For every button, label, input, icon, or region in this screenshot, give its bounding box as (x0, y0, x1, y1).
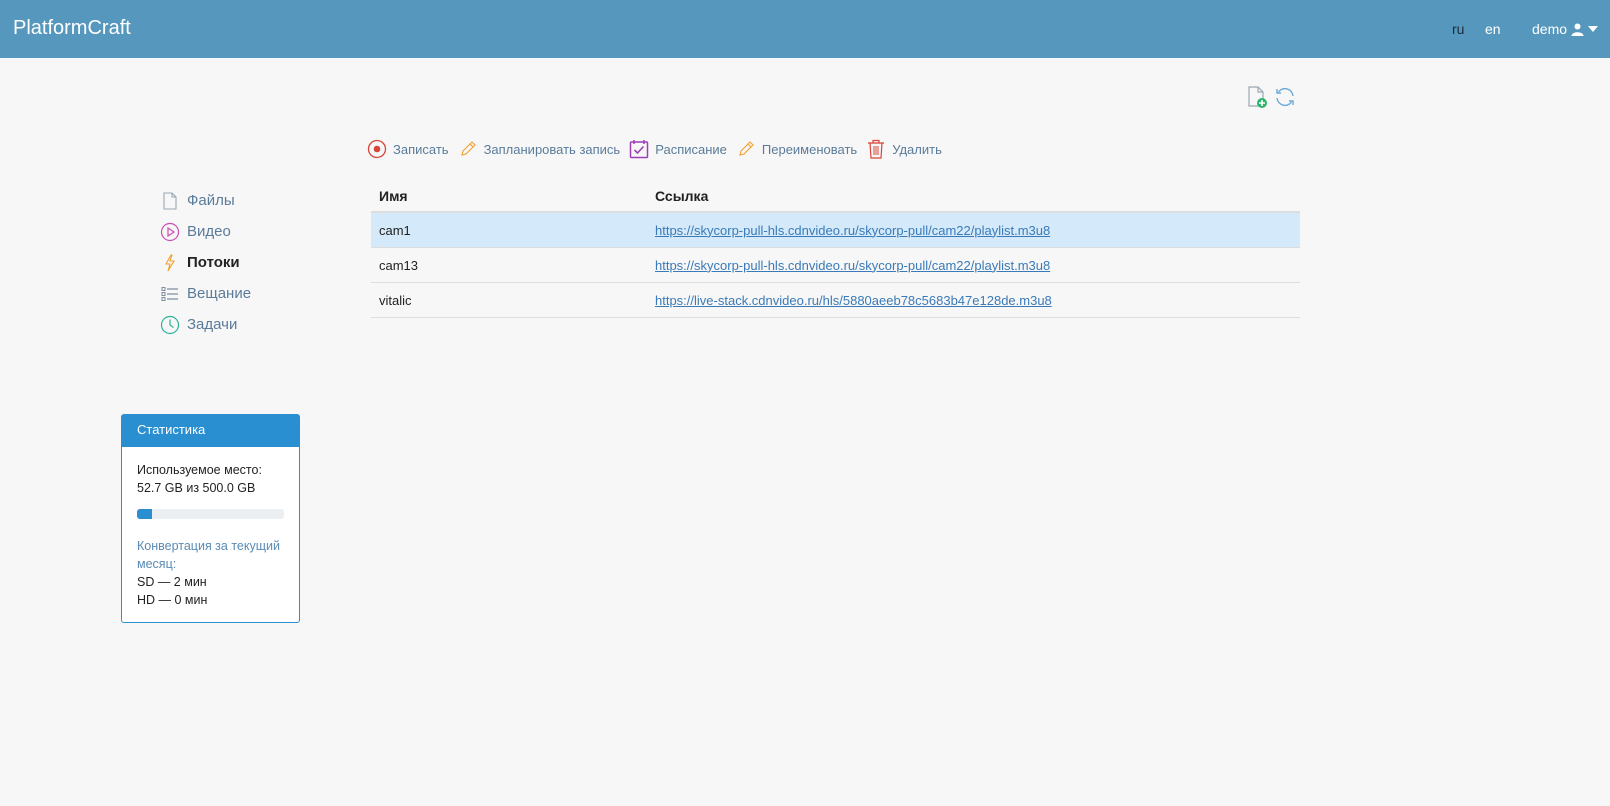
sidebar-item-tasks[interactable]: Задачи (160, 309, 251, 340)
table-row[interactable]: vitalic https://live-stack.cdnvideo.ru/h… (371, 282, 1300, 318)
add-file-icon[interactable] (1245, 85, 1269, 109)
stream-link[interactable]: https://live-stack.cdnvideo.ru/hls/5880a… (655, 293, 1052, 308)
brand-logo[interactable]: PlatformCraft (13, 17, 131, 40)
column-header-name[interactable]: Имя (371, 181, 647, 213)
caret-down-icon (1588, 25, 1599, 33)
sidebar-item-label: Файлы (187, 192, 235, 209)
sidebar-item-label: Вещание (187, 285, 252, 302)
delete-label: Удалить (892, 141, 942, 157)
conversion-hd: HD — 0 мин (137, 593, 208, 607)
stats-panel: Статистика Используемое место: 52.7 GB и… (121, 414, 300, 623)
navbar: PlatformCraft ru en demo (0, 0, 1610, 58)
schedule-record-label: Запланировать запись (483, 141, 621, 157)
trash-icon (865, 138, 887, 160)
stats-title: Статистика (122, 415, 299, 447)
stream-link[interactable]: https://skycorp-pull-hls.cdnvideo.ru/sky… (655, 223, 1050, 238)
stream-name: cam1 (371, 212, 647, 248)
schedule-button[interactable]: Расписание (628, 138, 727, 160)
schedule-record-button[interactable]: Запланировать запись (457, 138, 621, 160)
stream-toolbar: Записать Запланировать запись Расписание… (366, 138, 950, 160)
user-menu[interactable]: demo (1532, 21, 1599, 37)
pencil-icon (735, 138, 757, 160)
rename-button[interactable]: Переименовать (735, 138, 857, 160)
table-header-row: Имя Ссылка (371, 181, 1300, 213)
lang-en-link[interactable]: en (1485, 21, 1501, 37)
clock-icon (160, 315, 180, 335)
conversion-label: Конвертация за текущий месяц: (137, 539, 280, 571)
table-row[interactable]: cam13 https://skycorp-pull-hls.cdnvideo.… (371, 247, 1300, 283)
sidebar-item-streams[interactable]: Потоки (160, 247, 251, 278)
conversion-sd: SD — 2 мин (137, 575, 207, 589)
refresh-icon[interactable] (1273, 85, 1297, 109)
sidebar-item-files[interactable]: Файлы (160, 185, 251, 216)
sidebar-item-label: Видео (187, 223, 231, 240)
sidebar-item-label: Потоки (187, 254, 240, 271)
usage-progress-fill (137, 509, 153, 519)
user-icon (1571, 23, 1584, 36)
lang-ru-link[interactable]: ru (1452, 21, 1464, 37)
play-icon (160, 222, 180, 242)
sidebar-nav: Файлы Видео Потоки Вещание Задачи (160, 185, 251, 340)
usage-progress-bar (137, 509, 284, 519)
lightning-icon (160, 253, 180, 273)
sidebar-item-broadcast[interactable]: Вещание (160, 278, 251, 309)
table-row[interactable]: cam1 https://skycorp-pull-hls.cdnvideo.r… (371, 212, 1300, 248)
used-space-value: 52.7 GB из 500.0 GB (137, 481, 256, 495)
top-actions (1245, 85, 1297, 109)
list-icon (160, 284, 180, 304)
stream-name: vitalic (371, 282, 647, 318)
record-label: Записать (393, 141, 449, 157)
sidebar-item-video[interactable]: Видео (160, 216, 251, 247)
record-icon (366, 138, 388, 160)
sidebar-item-label: Задачи (187, 316, 238, 333)
pencil-icon (457, 138, 479, 160)
used-space-label: Используемое место: (137, 463, 262, 477)
record-button[interactable]: Записать (366, 138, 449, 160)
user-name: demo (1532, 21, 1568, 37)
schedule-label: Расписание (655, 141, 727, 157)
calendar-check-icon (628, 138, 650, 160)
delete-button[interactable]: Удалить (865, 138, 942, 160)
rename-label: Переименовать (761, 141, 858, 157)
stream-name: cam13 (371, 247, 647, 283)
stream-link[interactable]: https://skycorp-pull-hls.cdnvideo.ru/sky… (655, 258, 1050, 273)
column-header-link[interactable]: Ссылка (647, 181, 1300, 213)
streams-table: Имя Ссылка cam1 https://skycorp-pull-hls… (371, 181, 1300, 318)
file-icon (160, 191, 180, 211)
